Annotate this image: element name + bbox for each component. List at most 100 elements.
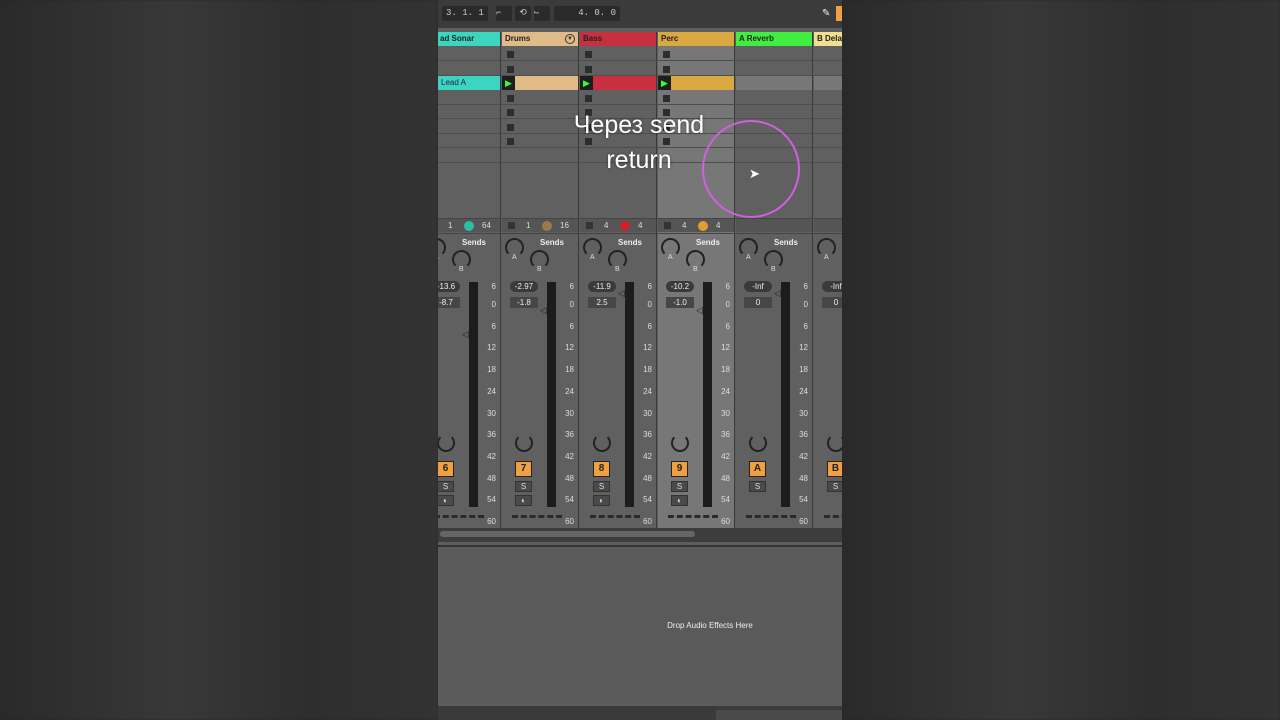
clip-slot[interactable] [438,134,500,148]
solo-button[interactable]: S [593,481,610,492]
send-a-knob[interactable] [438,238,446,257]
scrollbar-thumb[interactable] [440,531,695,537]
stop-button-icon[interactable] [507,51,514,58]
clip-slot[interactable] [814,47,842,61]
track-activator-button[interactable]: 9 [671,461,688,477]
punch-in-icon[interactable]: ⌐ [496,6,512,21]
pan-knob[interactable] [438,434,455,452]
clip-slot[interactable] [580,91,656,105]
clip-slot[interactable] [502,91,578,105]
fader-handle-icon[interactable]: ◁ [540,305,547,316]
crossfade-assign[interactable] [438,515,484,519]
clip-slot[interactable] [814,134,842,148]
pan-knob[interactable] [671,434,689,452]
stop-button-icon[interactable] [507,138,514,145]
track-activator-button[interactable]: 7 [515,461,532,477]
pan-value[interactable]: -1.0 [666,297,694,308]
clip-slot[interactable]: ▶ [580,76,656,90]
track-activator-button[interactable]: B [827,461,842,477]
crossfade-assign[interactable] [824,515,842,519]
crossfade-assign[interactable] [512,515,562,519]
track-activator-button[interactable]: 6 [438,461,454,477]
clip-slot[interactable] [438,105,500,119]
solo-button[interactable]: S [515,481,532,492]
clip-slot[interactable]: Lead A [438,76,500,90]
track-header[interactable]: Perc [658,32,734,46]
clip-slot[interactable] [814,91,842,105]
horizontal-scrollbar[interactable] [438,528,842,542]
record-arm-icon[interactable]: ◐ [515,495,532,506]
stop-button-icon[interactable] [507,94,514,102]
play-clip-icon[interactable]: ▶ [658,76,671,90]
punch-out-icon[interactable]: ⌙ [534,6,550,21]
clip-slot[interactable] [736,105,812,119]
volume-value[interactable]: -Inf [822,281,842,292]
clip-slot[interactable]: ▶ [502,76,578,90]
pan-knob[interactable] [593,434,611,452]
clip-slot[interactable] [736,91,812,105]
stop-button-icon[interactable] [507,109,514,116]
clip-slot[interactable] [580,47,656,61]
pan-value[interactable]: 2.5 [588,297,616,308]
volume-value[interactable]: -2.97 [510,281,538,292]
clip-slot[interactable] [814,76,842,90]
clip-slot[interactable] [814,105,842,119]
stop-button-icon[interactable] [664,222,671,229]
stop-button-icon[interactable] [508,222,515,229]
clip-slot[interactable] [658,47,734,61]
volume-value[interactable]: -11.9 [588,281,616,292]
track-activator-button[interactable]: A [749,461,766,477]
pan-knob[interactable] [515,434,533,452]
loop-icon[interactable]: ⟲ [515,6,531,21]
clip-slot[interactable] [438,149,500,163]
solo-button[interactable]: S [749,481,766,492]
clip-slot[interactable] [814,149,842,163]
pan-value[interactable]: -8.7 [438,297,460,308]
stop-button-icon[interactable] [585,94,592,102]
pan-knob[interactable] [749,434,767,452]
loop-position[interactable]: 3. 1. 1 [442,6,488,21]
clip-slot[interactable] [580,62,656,76]
fader-handle-icon[interactable]: ◁ [462,329,469,340]
volume-value[interactable]: -Inf [744,281,772,292]
fader-handle-icon[interactable]: ◁ [774,288,781,299]
stop-button-icon[interactable] [507,65,514,73]
fold-icon[interactable]: ▼ [565,34,575,44]
record-arm-icon[interactable]: ◐ [593,495,610,506]
key-map-button[interactable] [836,6,842,21]
clip-slot[interactable] [502,47,578,61]
track-activator-button[interactable]: 8 [593,461,610,477]
fader-handle-icon[interactable]: ◁ [696,305,703,316]
fader-handle-icon[interactable]: ◁ [618,288,625,299]
volume-value[interactable]: -13.6 [438,281,460,292]
solo-button[interactable]: S [671,481,688,492]
clip-slot[interactable] [438,62,500,76]
crossfade-assign[interactable] [746,515,796,519]
crossfade-assign[interactable] [590,515,640,519]
clip-slot[interactable] [438,120,500,134]
stop-button-icon[interactable] [585,51,592,58]
clip-slot[interactable] [502,62,578,76]
track-header[interactable]: ad Sonar [438,32,500,46]
pan-value[interactable]: 0 [744,297,772,308]
play-clip-icon[interactable]: ▶ [502,76,515,90]
device-drop-area[interactable]: Drop Audio Effects Here [438,545,842,705]
draw-mode-icon[interactable]: ✎ [822,8,830,19]
clip-slot[interactable] [438,91,500,105]
pan-knob[interactable] [827,434,842,452]
loop-length[interactable]: 4. 0. 0 [554,6,620,21]
clip-slot[interactable] [814,62,842,76]
pan-value[interactable]: -1.8 [510,297,538,308]
record-arm-icon[interactable]: ◐ [671,495,688,506]
clip-slot[interactable]: ▶ [658,76,734,90]
stop-button-icon[interactable] [507,123,514,131]
clip-slot[interactable] [438,47,500,61]
track-header[interactable]: B Delay [814,32,842,46]
stop-button-icon[interactable] [663,65,670,73]
play-clip-icon[interactable]: ▶ [580,76,593,90]
solo-button[interactable]: S [438,481,454,492]
record-arm-icon[interactable]: ◐ [438,495,454,506]
clip-slot[interactable] [658,62,734,76]
volume-value[interactable]: -10.2 [666,281,694,292]
track-header[interactable]: A Reverb [736,32,812,46]
